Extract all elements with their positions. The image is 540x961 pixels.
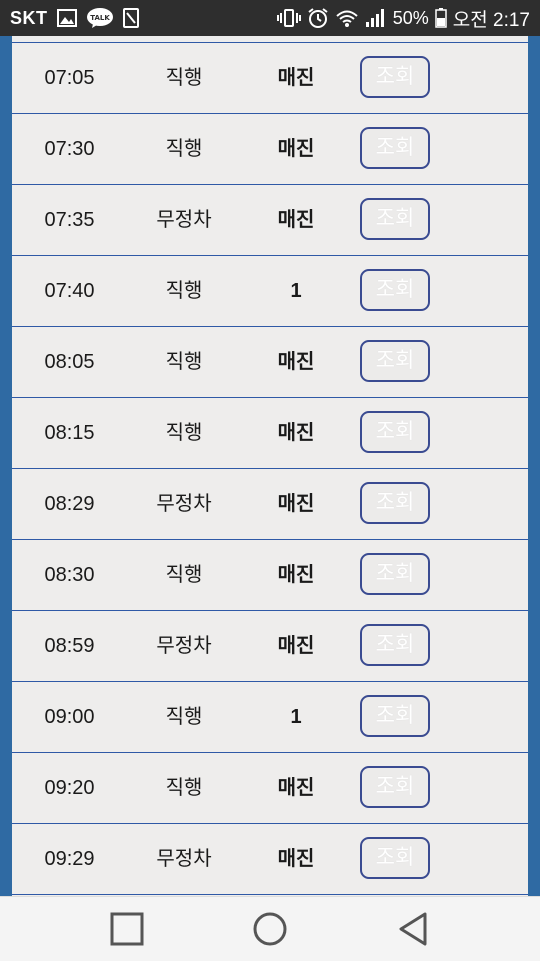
seat-status: 매진 <box>277 351 315 373</box>
inquiry-button[interactable]: 조회 <box>360 198 430 240</box>
battery-percent: 50% <box>392 7 429 28</box>
status-bar: SKT TALK 50% 오전 2:17 <box>0 0 540 36</box>
departure-time: 09:20 <box>44 777 95 799</box>
seat-status: 매진 <box>277 777 315 799</box>
inquiry-button[interactable]: 조회 <box>360 411 430 453</box>
table-row: 07:30 직행 매진 조회 <box>12 114 528 185</box>
route-type: 무정차 <box>156 848 212 870</box>
alarm-icon <box>307 7 329 29</box>
seat-status: 1 <box>290 280 302 302</box>
departure-time: 08:15 <box>44 422 95 444</box>
seat-status: 매진 <box>277 138 315 160</box>
battery-icon <box>435 8 447 28</box>
table-row: 07:05 직행 매진 조회 <box>12 43 528 114</box>
table-row: 08:59 무정차 매진 조회 <box>12 611 528 682</box>
departure-time: 07:35 <box>44 209 95 231</box>
home-icon <box>253 912 287 946</box>
route-type: 무정차 <box>156 209 212 231</box>
table-row: 08:05 직행 매진 조회 <box>12 327 528 398</box>
departure-time: 09:00 <box>44 706 95 728</box>
departure-time: 07:40 <box>44 280 95 302</box>
table-row: 09:20 직행 매진 조회 <box>12 753 528 824</box>
home-button[interactable] <box>250 911 290 947</box>
table-row: 08:29 무정차 매진 조회 <box>12 469 528 540</box>
route-type: 직행 <box>165 67 203 89</box>
route-type: 직행 <box>165 706 203 728</box>
seat-status: 매진 <box>277 422 315 444</box>
inquiry-button[interactable]: 조회 <box>360 624 430 666</box>
table-row: 07:35 무정차 매진 조회 <box>12 185 528 256</box>
route-type: 직행 <box>165 777 203 799</box>
seat-status: 매진 <box>277 493 315 515</box>
inquiry-button[interactable]: 조회 <box>360 340 430 382</box>
route-type: 무정차 <box>156 493 212 515</box>
status-left: SKT TALK <box>10 7 139 29</box>
inquiry-button[interactable]: 조회 <box>360 56 430 98</box>
departure-time: 07:05 <box>44 67 95 89</box>
seat-status: 1 <box>290 706 302 728</box>
route-type: 직행 <box>165 138 203 160</box>
recent-apps-button[interactable] <box>107 911 147 947</box>
status-right: 50% 오전 2:17 <box>276 5 530 32</box>
route-type: 직행 <box>165 422 203 444</box>
recent-apps-icon <box>110 912 144 946</box>
schedule-rows: 07:05 직행 매진 조회 07:30 직행 매진 조회 07:35 무정차 매진 조회 07:40 직… <box>12 43 528 895</box>
departure-time: 08:05 <box>44 351 95 373</box>
table-row: 09:00 직행 1 조회 <box>12 682 528 753</box>
inquiry-button[interactable]: 조회 <box>360 695 430 737</box>
list-top-edge <box>12 36 528 43</box>
wifi-icon <box>335 8 359 28</box>
kakaotalk-icon: TALK <box>86 7 114 29</box>
table-row: 07:40 직행 1 조회 <box>12 256 528 327</box>
table-row: 08:30 직행 매진 조회 <box>12 540 528 611</box>
seat-status: 매진 <box>277 67 315 89</box>
inquiry-button[interactable]: 조회 <box>360 553 430 595</box>
back-button[interactable] <box>393 911 433 947</box>
signal-icon <box>365 8 387 28</box>
departure-time: 08:29 <box>44 493 95 515</box>
seat-status: 매진 <box>277 635 315 657</box>
departure-time: 09:29 <box>44 848 95 870</box>
inquiry-button[interactable]: 조회 <box>360 766 430 808</box>
inquiry-button[interactable]: 조회 <box>360 127 430 169</box>
svg-text:TALK: TALK <box>90 14 110 22</box>
schedule-list[interactable]: 07:05 직행 매진 조회 07:30 직행 매진 조회 07:35 무정차 매진 조회 07:40 직… <box>12 36 528 896</box>
route-type: 직행 <box>165 280 203 302</box>
vibrate-icon <box>276 8 301 28</box>
seat-status: 매진 <box>277 848 315 870</box>
route-type: 직행 <box>165 564 203 586</box>
seat-status: 매진 <box>277 564 315 586</box>
table-row: 08:15 직행 매진 조회 <box>12 398 528 469</box>
notification-icon <box>122 8 139 28</box>
departure-time: 08:59 <box>44 635 95 657</box>
route-type: 직행 <box>165 351 203 373</box>
route-type: 무정차 <box>156 635 212 657</box>
seat-status: 매진 <box>277 209 315 231</box>
inquiry-button[interactable]: 조회 <box>360 837 430 879</box>
departure-time: 08:30 <box>44 564 95 586</box>
departure-time: 07:30 <box>44 138 95 160</box>
carrier-label: SKT <box>10 7 48 28</box>
inquiry-button[interactable]: 조회 <box>360 269 430 311</box>
gallery-icon <box>56 9 77 27</box>
inquiry-button[interactable]: 조회 <box>360 482 430 524</box>
navigation-bar <box>0 896 540 961</box>
table-row: 09:29 무정차 매진 조회 <box>12 824 528 895</box>
clock: 오전 2:17 <box>452 9 530 31</box>
back-icon <box>399 912 427 946</box>
